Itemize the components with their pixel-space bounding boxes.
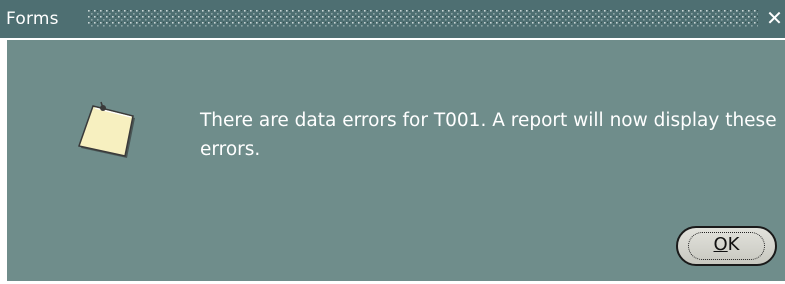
ok-button[interactable]: OK (676, 226, 777, 266)
close-icon[interactable]: ✕ (764, 7, 785, 29)
ok-label-rest: K (727, 234, 740, 255)
error-message: There are data errors for T001. A report… (200, 110, 777, 160)
note-icon (78, 101, 135, 158)
window-title: Forms (6, 9, 59, 29)
ok-mnemonic: O (713, 234, 728, 255)
ok-button-label: OK (678, 228, 775, 264)
title-bar-pattern (88, 10, 758, 28)
dialog-body: There are data errors for T001. A report… (7, 40, 785, 281)
title-bar[interactable]: Forms ✕ (0, 0, 785, 38)
error-dialog: Forms ✕ There are data errors for T001. … (0, 0, 785, 284)
